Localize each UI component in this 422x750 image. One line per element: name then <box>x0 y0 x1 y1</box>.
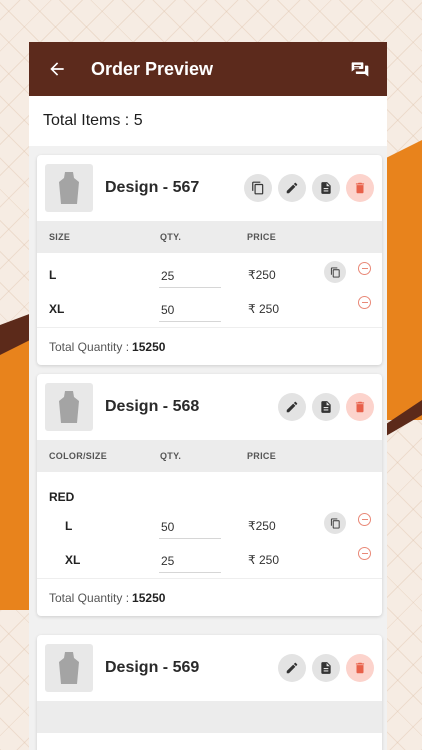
price-value: ₹250 <box>248 519 276 533</box>
total-quantity-label: Total Quantity : <box>49 339 130 354</box>
delete-icon[interactable] <box>346 393 374 421</box>
copy-icon[interactable] <box>324 512 346 534</box>
table-row: XL ₹ 250 <box>37 542 382 576</box>
card-actions <box>278 393 374 421</box>
minus-circle-icon[interactable] <box>358 296 371 309</box>
total-quantity-value: 15250 <box>132 339 166 354</box>
size-label: L <box>49 268 57 282</box>
minus-circle-icon[interactable] <box>358 513 371 526</box>
table-header: SIZE QTY. PRICE <box>37 221 382 253</box>
table-row: L ₹250 <box>37 257 382 291</box>
quantity-input[interactable] <box>159 298 221 322</box>
minus-circle-icon[interactable] <box>358 547 371 560</box>
price-value: ₹250 <box>248 268 276 282</box>
size-label: XL <box>65 553 81 567</box>
quantity-input[interactable] <box>159 549 221 573</box>
app-bar: Order Preview <box>29 42 387 96</box>
column-header-qty: QTY. <box>160 232 182 242</box>
copy-icon[interactable] <box>244 174 272 202</box>
edit-icon[interactable] <box>278 174 306 202</box>
design-title: Design - 569 <box>105 659 200 676</box>
card-header: Design - 568 <box>37 374 382 440</box>
color-group: RED <box>37 472 382 504</box>
design-card: Design - 568 COLOR/SIZE QTY. PRICE RED L… <box>37 374 382 616</box>
card-header: Design - 569 <box>37 635 382 701</box>
price-value: ₹ 250 <box>248 553 279 567</box>
document-icon[interactable] <box>312 393 340 421</box>
edit-icon[interactable] <box>278 393 306 421</box>
total-quantity-label: Total Quantity : <box>49 590 130 605</box>
chat-icon[interactable] <box>347 56 373 82</box>
total-items-label: Total Items : 5 <box>29 96 387 146</box>
total-quantity: Total Quantity : 15250 <box>37 578 382 616</box>
table-row: XL ₹ 250 <box>37 291 382 325</box>
edit-icon[interactable] <box>278 654 306 682</box>
dress-icon[interactable] <box>45 644 93 692</box>
column-header-price: PRICE <box>247 451 277 461</box>
column-header-size: SIZE <box>49 232 71 242</box>
document-icon[interactable] <box>312 174 340 202</box>
design-title: Design - 568 <box>105 398 200 415</box>
size-label: XL <box>49 302 65 316</box>
total-quantity-value: 15250 <box>132 590 166 605</box>
size-label: L <box>65 519 73 533</box>
card-actions <box>244 174 374 202</box>
column-header-qty: QTY. <box>160 451 182 461</box>
price-value: ₹ 250 <box>248 302 279 316</box>
quantity-input[interactable] <box>159 264 221 288</box>
table-header <box>37 701 382 733</box>
dress-icon[interactable] <box>45 383 93 431</box>
page-title: Order Preview <box>91 58 214 79</box>
table-header: COLOR/SIZE QTY. PRICE <box>37 440 382 472</box>
color-label: RED <box>49 490 75 504</box>
delete-icon[interactable] <box>346 654 374 682</box>
minus-circle-icon[interactable] <box>358 262 371 275</box>
delete-icon[interactable] <box>346 174 374 202</box>
back-arrow-icon[interactable] <box>45 57 69 81</box>
column-header-color-size: COLOR/SIZE <box>49 451 108 461</box>
design-card: Design - 567 SIZE QTY. PRICE L ₹250 XL ₹… <box>37 155 382 365</box>
design-title: Design - 567 <box>105 179 200 196</box>
document-icon[interactable] <box>312 654 340 682</box>
card-actions <box>278 654 374 682</box>
total-quantity: Total Quantity : 15250 <box>37 327 382 365</box>
design-card: Design - 569 <box>37 635 382 750</box>
app-screen: Order Preview Total Items : 5 Design - 5… <box>29 42 387 750</box>
card-header: Design - 567 <box>37 155 382 221</box>
column-header-price: PRICE <box>247 232 277 242</box>
dress-icon[interactable] <box>45 164 93 212</box>
table-row: L ₹250 <box>37 508 382 542</box>
quantity-input[interactable] <box>159 515 221 539</box>
copy-icon[interactable] <box>324 261 346 283</box>
